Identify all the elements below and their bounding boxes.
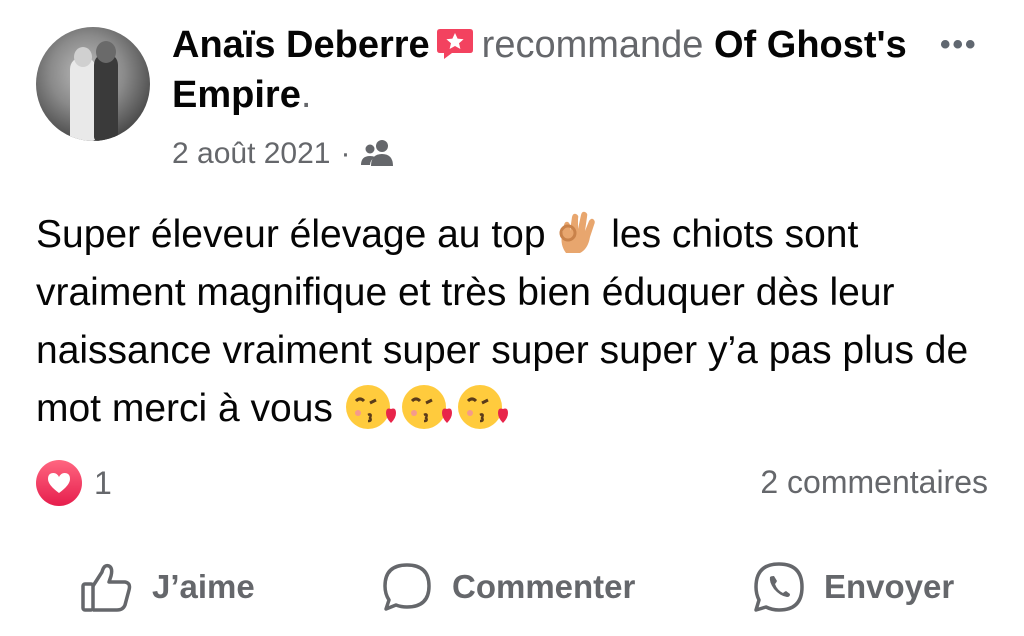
face-blowing-kiss-emoji-icon [401,385,452,429]
post-meta: 2 août 2021 · [172,134,396,174]
author-avatar[interactable] [36,27,150,141]
avatar-head-right [96,41,116,63]
send-label: Envoyer [824,568,955,605]
more-options-icon[interactable]: ••• [940,28,978,62]
post-header: Anaïs Deberre recommande Of Ghost's Empi… [172,20,912,120]
meta-separator: · [340,137,351,170]
avatar-figure-right [94,53,118,141]
comment-label: Commenter [452,568,636,605]
post-actions-bar: J’aime Commenter Envoyer [0,560,1024,620]
heart-reaction-icon [36,460,82,506]
header-period: . [300,74,312,116]
comment-bubble-icon [383,563,431,611]
post-body-part1: Super éleveur élevage au top [36,213,557,256]
recommends-label: recommande [481,24,704,66]
reaction-summary[interactable]: 1 [36,460,112,506]
like-label: J’aime [152,568,255,605]
face-blowing-kiss-emoji-icon [345,385,396,429]
face-blowing-kiss-emoji-icon [457,385,508,429]
avatar-head-left [74,47,92,67]
friends-audience-icon[interactable] [360,138,396,168]
send-button[interactable]: Envoyer [752,560,954,614]
post-date[interactable]: 2 août 2021 [172,137,330,170]
avatar-figure-left [70,57,96,141]
comment-button[interactable]: Commenter [380,560,635,614]
post-body: Super éleveur élevage au top les chiots … [36,206,996,438]
like-button[interactable]: J’aime [80,560,255,614]
comments-count-link[interactable]: 2 commentaires [760,464,988,501]
recommendation-star-icon [436,29,473,59]
author-name[interactable]: Anaïs Deberre [172,24,430,66]
thumbs-up-icon [81,563,132,612]
reaction-count: 1 [94,464,112,501]
ok-hand-emoji-icon [559,211,596,253]
whatsapp-icon [754,562,804,612]
